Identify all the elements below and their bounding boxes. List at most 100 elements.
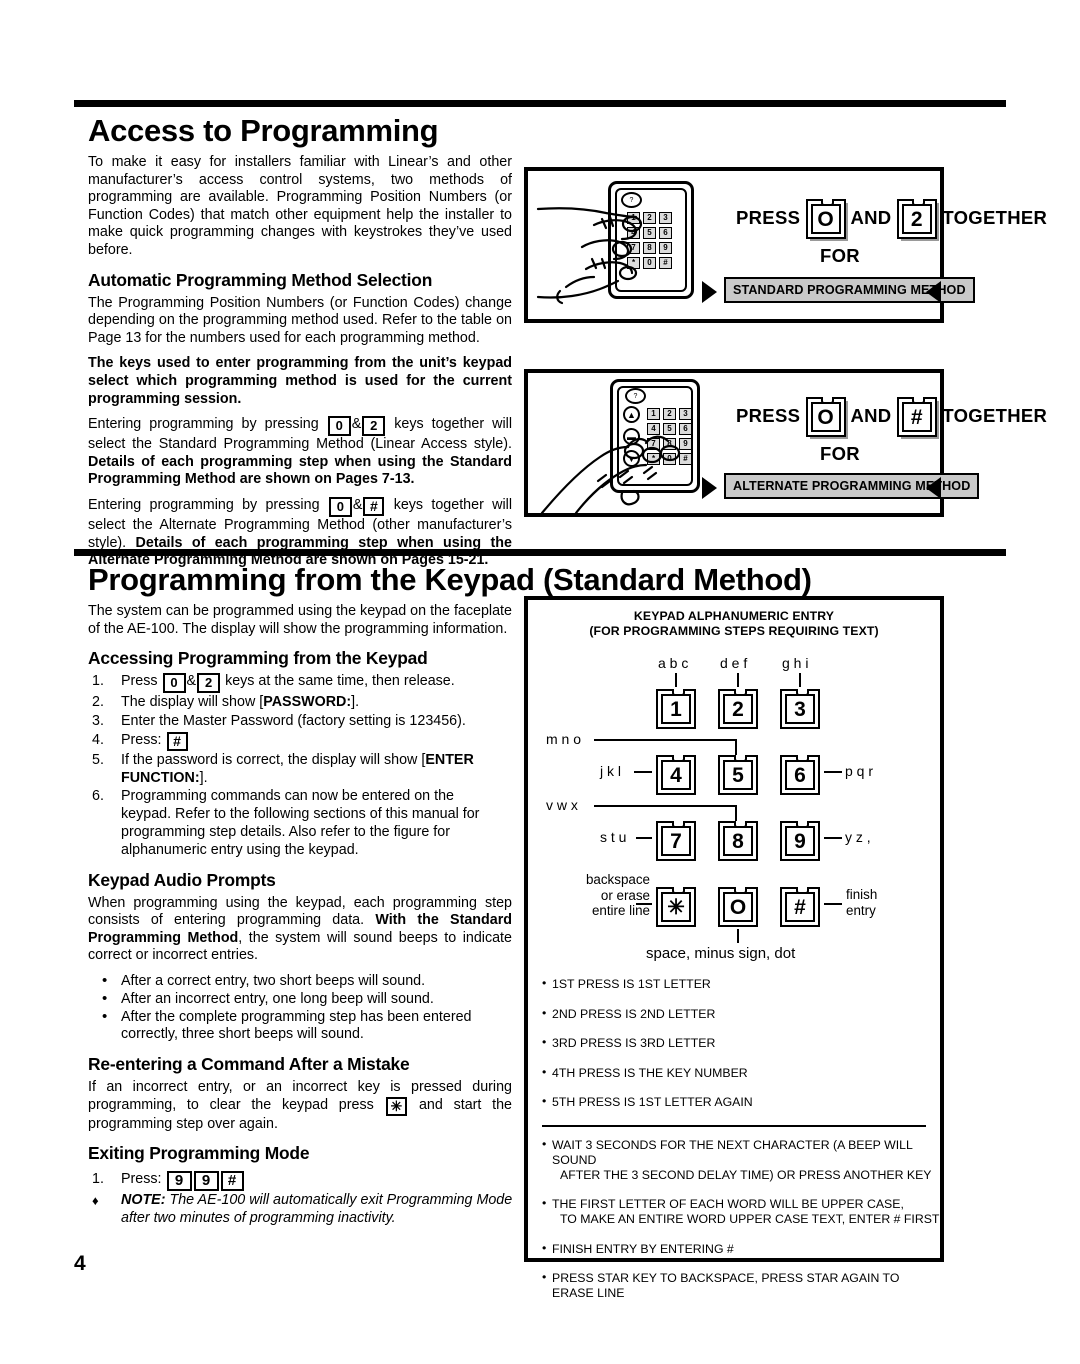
label-ghi: g h i (782, 655, 809, 671)
map-key-4: 4 (656, 755, 696, 795)
alpha-bullet-6-line-1: WAIT 3 SECONDS FOR THE NEXT CHARACTER (A… (552, 1137, 913, 1167)
subheading-accessing: Accessing Programming from the Keypad (88, 648, 428, 669)
step-6: 6. Programming commands can now be entere… (88, 788, 487, 859)
key-0-inline: 0 (327, 416, 351, 437)
step-1: 1. Press 0 & 2 keys at the same time, then… (88, 673, 512, 694)
page-title: Access to Programming (88, 113, 439, 148)
audio-bullet-3: After the complete programming step has … (88, 1008, 521, 1045)
label-backspace-group: backspace or erase entire line (550, 872, 650, 919)
press-instruction-standard: PRESS O AND 2 TOGETHER (736, 199, 1047, 239)
leader-backspace (636, 903, 652, 905)
standard-text-bold: Details of each programming step when us… (88, 453, 512, 488)
subheading-audio-prompts: Keypad Audio Prompts (88, 869, 276, 890)
label-backspace-1: backspace (585, 872, 650, 887)
step-1-number: 1. (92, 673, 104, 690)
section-rule (74, 100, 1006, 107)
and-label-alt: AND (850, 404, 892, 426)
key-0-inline-2: 0 (328, 496, 352, 517)
alpha-bullet-7-line-2: TO MAKE AN ENTIRE WORD UPPER CASE TEXT, … (560, 1212, 940, 1226)
step-2-number: 2. (92, 694, 104, 711)
label-def: d e f (720, 655, 748, 671)
audio-bullets-list: After a correct entry, two short beeps w… (88, 972, 512, 1044)
figure-key-0-alt: O (805, 397, 846, 437)
exit-step-number: 1. (92, 1171, 104, 1188)
key-hash-inline: # (363, 496, 385, 516)
step-2-text-b: ]. (351, 694, 360, 711)
label-stu: s t u (600, 829, 627, 845)
step-6-text: Programming commands can now be entered … (121, 788, 480, 858)
keypad-hand-illustration-standard: ? 1 2 3 4 5 6 7 8 9 * 0 # (536, 177, 726, 317)
alpha-bullet-1: 1ST PRESS IS 1ST LETTER (542, 976, 940, 992)
map-key-7: 7 (656, 821, 696, 861)
figure-key-hash-alt: # (896, 397, 937, 437)
leader-zero (737, 929, 739, 943)
exit-step-1: 1. Press: 9 9 # (88, 1168, 512, 1192)
alpha-bullets-top: 1ST PRESS IS 1ST LETTER 2ND PRESS IS 2ND… (528, 976, 940, 1110)
figure-key-0: O (805, 199, 846, 239)
and-label: AND (850, 206, 892, 228)
label-finish-group: finish entry (846, 887, 877, 918)
leader-vwx-v (735, 805, 737, 821)
map-key-0: O (718, 887, 758, 927)
audio-bullet-1: After a correct entry, two short beeps w… (88, 972, 521, 991)
arrow-right-icon-alternate (702, 477, 717, 499)
map-key-3: 3 (780, 689, 820, 729)
label-abc: a b c (658, 655, 689, 671)
alpha-bullet-5: 5TH PRESS IS 1ST LETTER AGAIN (542, 1094, 940, 1110)
alpha-bullet-3: 3RD PRESS IS 3RD LETTER (542, 1035, 940, 1051)
alpha-title-line-1: KEYPAD ALPHANUMERIC ENTRY (633, 609, 835, 623)
for-label-standard: FOR (820, 245, 860, 266)
page-number: 4 (74, 1252, 86, 1275)
map-key-9: 9 (780, 821, 820, 861)
arrow-left-icon-alternate (926, 477, 941, 499)
map-key-hash: # (780, 887, 820, 927)
map-key-star: ✳ (656, 887, 696, 927)
leader-mno-v (735, 739, 737, 755)
label-backspace-2: or erase (600, 887, 650, 903)
key-2-inline: 2 (362, 416, 386, 437)
audio-bullet-2: After an incorrect entry, one long beep … (88, 990, 521, 1009)
label-pqr: p q r (845, 763, 874, 779)
step-4-text: Press: (121, 731, 162, 748)
reentering-paragraph: If an incorrect entry, or an incorrect k… (88, 1079, 512, 1133)
label-jkl: j k l (600, 763, 621, 779)
alpha-figure-title: KEYPAD ALPHANUMERIC ENTRY (FOR PROGRAMMI… (528, 609, 940, 639)
alpha-bullet-9: PRESS STAR KEY TO BACKSPACE, PRESS STAR … (542, 1270, 940, 1301)
alpha-bullet-4: 4TH PRESS IS THE KEY NUMBER (542, 1065, 940, 1081)
section2-intro: The system can be programmed using the k… (88, 603, 512, 637)
step-4-key-hash: # (166, 731, 188, 751)
alpha-divider (542, 1124, 926, 1127)
manual-page: Access to Programming To make it easy fo… (74, 0, 1047, 1364)
exit-key-9-b: 9 (193, 1171, 219, 1192)
leader-jkl (634, 771, 652, 773)
standard-text-a: Entering programming by pressing (88, 416, 319, 433)
leader-pqr (824, 771, 842, 773)
label-mno: m n o (546, 731, 582, 747)
alternate-method-band: ALTERNATE PROGRAMMING METHOD (724, 473, 980, 499)
left-column-1: To make it easy for installers familiar … (74, 154, 512, 570)
exit-step-label: Press: (121, 1171, 162, 1188)
step-4: 4. Press: # (88, 731, 512, 751)
alternate-text-a: Entering programming by pressing (88, 496, 320, 513)
arrow-right-icon-standard (702, 281, 717, 303)
label-vwx: v w x (546, 797, 578, 813)
step-2: 2. The display will show [PASSWORD:]. (88, 694, 512, 712)
keypad-hand-illustration-alternate: ? ▲ ▬ ▼ 1 2 3 4 5 6 7 8 9 * 0 # (536, 377, 726, 515)
leader-def (737, 673, 739, 687)
left-column-2: The system can be programmed using the k… (74, 603, 512, 1228)
alpha-bullet-8: FINISH ENTRY BY ENTERING # (542, 1241, 940, 1257)
intro-paragraph: To make it easy for installers familiar … (88, 154, 512, 258)
audio-intro-paragraph: When programming using the keypad, each … (88, 895, 512, 965)
together-label-alt: TOGETHER (942, 404, 1048, 426)
step-5-text-b: ]. (199, 769, 208, 786)
step-1-key-2: 2 (197, 673, 221, 694)
label-zero-note: space, minus sign, dot (646, 945, 796, 962)
exit-note: NOTE: The AE-100 will automatically exit… (88, 1192, 521, 1228)
key-star-inline: ✳ (385, 1096, 408, 1116)
map-key-2: 2 (718, 689, 758, 729)
step-2-password-token: PASSWORD: (263, 694, 352, 711)
standard-method-paragraph: Entering programming by pressing 0 & 2 key… (88, 416, 512, 489)
leader-stu (636, 837, 652, 839)
subheading-reentering: Re-entering a Command After a Mistake (88, 1054, 410, 1075)
step-2-text-a: The display will show [ (121, 694, 264, 711)
